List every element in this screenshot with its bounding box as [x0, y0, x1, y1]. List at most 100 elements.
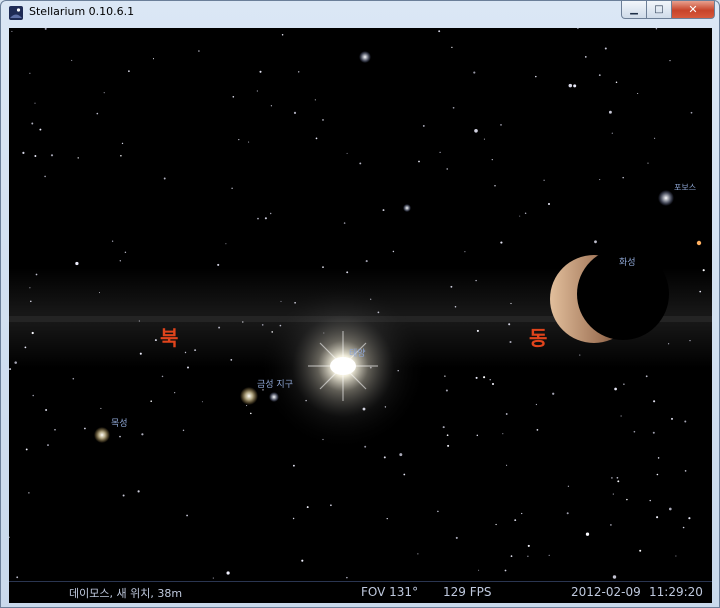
star: [231, 187, 233, 190]
bright-star[interactable]: [403, 204, 411, 212]
star: [667, 343, 670, 345]
star: [647, 162, 649, 164]
star: [32, 394, 34, 397]
star: [392, 250, 395, 253]
phobos-label: 포보스: [674, 183, 696, 192]
star: [548, 554, 550, 557]
window-title: Stellarium 0.10.6.1: [29, 5, 135, 18]
star: [509, 340, 512, 344]
star: [16, 576, 19, 579]
sky-view[interactable]: 북 동 태양 금성 지구 목성 화성 포보스: [9, 28, 712, 581]
star: [198, 50, 200, 52]
star: [649, 499, 651, 502]
star: [141, 433, 144, 436]
star: [314, 99, 316, 101]
mars-label: 화성: [619, 257, 636, 268]
fov-readout: FOV 131°: [361, 585, 419, 599]
star: [446, 168, 448, 170]
star: [248, 141, 250, 143]
star: [246, 405, 248, 407]
star: [250, 412, 252, 415]
sun-object[interactable]: [258, 281, 428, 451]
star: [359, 162, 362, 165]
star: [422, 124, 425, 127]
star: [452, 106, 455, 109]
window-controls: ▁ □ ✕: [621, 1, 715, 19]
star: [579, 354, 581, 356]
star: [510, 555, 513, 557]
maximize-button[interactable]: □: [647, 1, 672, 19]
star: [504, 569, 507, 572]
star: [100, 407, 102, 409]
star: [612, 493, 614, 495]
star: [657, 457, 660, 459]
star: [44, 175, 46, 178]
star: [122, 494, 125, 497]
star: [293, 111, 297, 114]
title-bar[interactable]: Stellarium 0.10.6.1 ▁ □ ✕: [1, 1, 719, 25]
star: [39, 128, 42, 131]
location-readout: 데이모스, 새 위치, 38m: [69, 587, 183, 600]
minimize-button[interactable]: ▁: [621, 1, 647, 19]
star: [450, 285, 453, 288]
star: [264, 217, 267, 220]
date-readout: 2012-02-09: [571, 585, 641, 599]
star: [121, 142, 124, 145]
star: [489, 379, 491, 381]
close-button[interactable]: ✕: [672, 1, 715, 19]
star: [626, 498, 628, 501]
star: [566, 512, 569, 515]
star: [54, 429, 56, 431]
star: [280, 300, 282, 302]
star: [623, 383, 625, 385]
star: [594, 240, 597, 244]
star: [491, 158, 493, 161]
phobos-dot[interactable]: [658, 190, 674, 206]
star: [668, 507, 672, 511]
star: [611, 132, 613, 134]
cardinal-north: 북: [160, 326, 178, 350]
star: [257, 217, 259, 220]
star: [30, 300, 32, 303]
star: [475, 376, 478, 379]
star: [194, 349, 197, 352]
star: [615, 81, 618, 84]
star: [437, 510, 439, 513]
star: [495, 523, 497, 526]
star: [297, 71, 300, 73]
star: [306, 506, 309, 509]
star: [346, 271, 349, 274]
orange-star[interactable]: [696, 240, 702, 246]
star: [611, 477, 613, 479]
star: [186, 366, 190, 369]
star: [14, 361, 17, 364]
star: [514, 519, 517, 522]
star: [454, 305, 457, 308]
jupiter-dot[interactable]: [94, 427, 110, 443]
star: [386, 517, 388, 520]
sky-canvas[interactable]: 북 동 태양 금성 지구 목성 화성 포보스: [9, 28, 712, 581]
star: [502, 433, 504, 435]
star: [292, 517, 295, 520]
star: [505, 413, 508, 415]
bright-star[interactable]: [359, 51, 371, 63]
star: [322, 266, 324, 268]
star: [218, 326, 221, 329]
star: [535, 75, 537, 78]
star: [31, 331, 34, 335]
star: [138, 320, 140, 322]
star: [184, 351, 187, 354]
star: [656, 516, 659, 519]
earth-dot[interactable]: [269, 392, 279, 402]
star: [633, 430, 636, 433]
star: [45, 409, 48, 411]
venus-dot[interactable]: [240, 387, 258, 405]
venus-earth-label: 금성 지구: [257, 379, 293, 390]
star: [124, 251, 127, 254]
star: [521, 512, 523, 515]
star: [418, 160, 420, 163]
star: [226, 571, 230, 575]
star: [500, 241, 503, 244]
star: [346, 152, 348, 154]
star: [139, 352, 142, 355]
